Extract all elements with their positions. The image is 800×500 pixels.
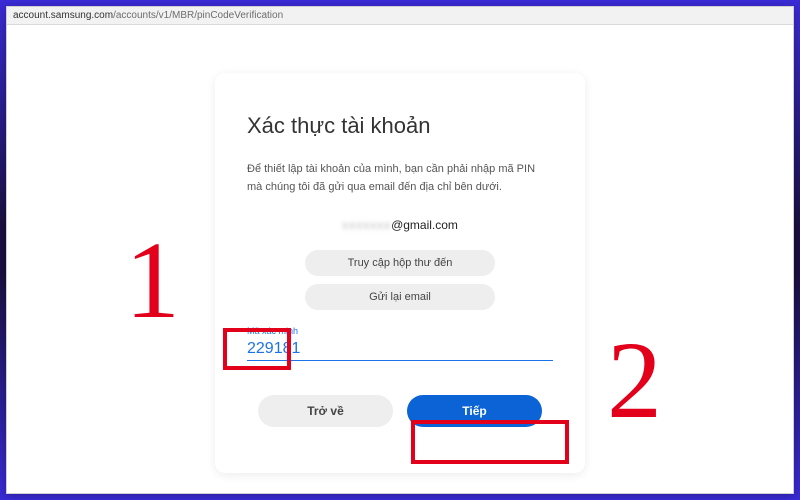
url-path: /accounts/v1/MBR/pinCodeVerification <box>113 10 283 21</box>
action-buttons: Trở về Tiếp <box>247 395 553 427</box>
helper-buttons: Truy cập hộp thư đến Gửi lại email <box>247 250 553 310</box>
email-masked-prefix: xxxxxxx <box>342 218 391 232</box>
verification-code-label: Mã xác minh <box>247 326 298 336</box>
instruction-text: Để thiết lập tài khoản của mình, bạn cần… <box>247 161 553 196</box>
back-button[interactable]: Trở về <box>258 395 393 427</box>
verification-code-input[interactable] <box>247 338 553 361</box>
verification-card: Xác thực tài khoản Để thiết lập tài khoả… <box>215 73 585 473</box>
annotation-step-1: 1 <box>125 225 180 335</box>
url-host: account.samsung.com <box>13 10 113 21</box>
next-button[interactable]: Tiếp <box>407 395 542 427</box>
email-display: xxxxxxx@gmail.com <box>247 218 553 232</box>
page-viewport: Xác thực tài khoản Để thiết lập tài khoả… <box>7 25 793 493</box>
browser-window: account.samsung.com/accounts/v1/MBR/pinC… <box>6 6 794 494</box>
page-title: Xác thực tài khoản <box>247 113 553 139</box>
resend-email-button[interactable]: Gửi lại email <box>305 284 495 310</box>
address-bar: account.samsung.com/accounts/v1/MBR/pinC… <box>7 7 793 25</box>
verification-code-field: Mã xác minh <box>247 338 553 361</box>
open-inbox-button[interactable]: Truy cập hộp thư đến <box>305 250 495 276</box>
annotation-step-2: 2 <box>607 325 662 435</box>
email-domain: @gmail.com <box>391 218 458 232</box>
